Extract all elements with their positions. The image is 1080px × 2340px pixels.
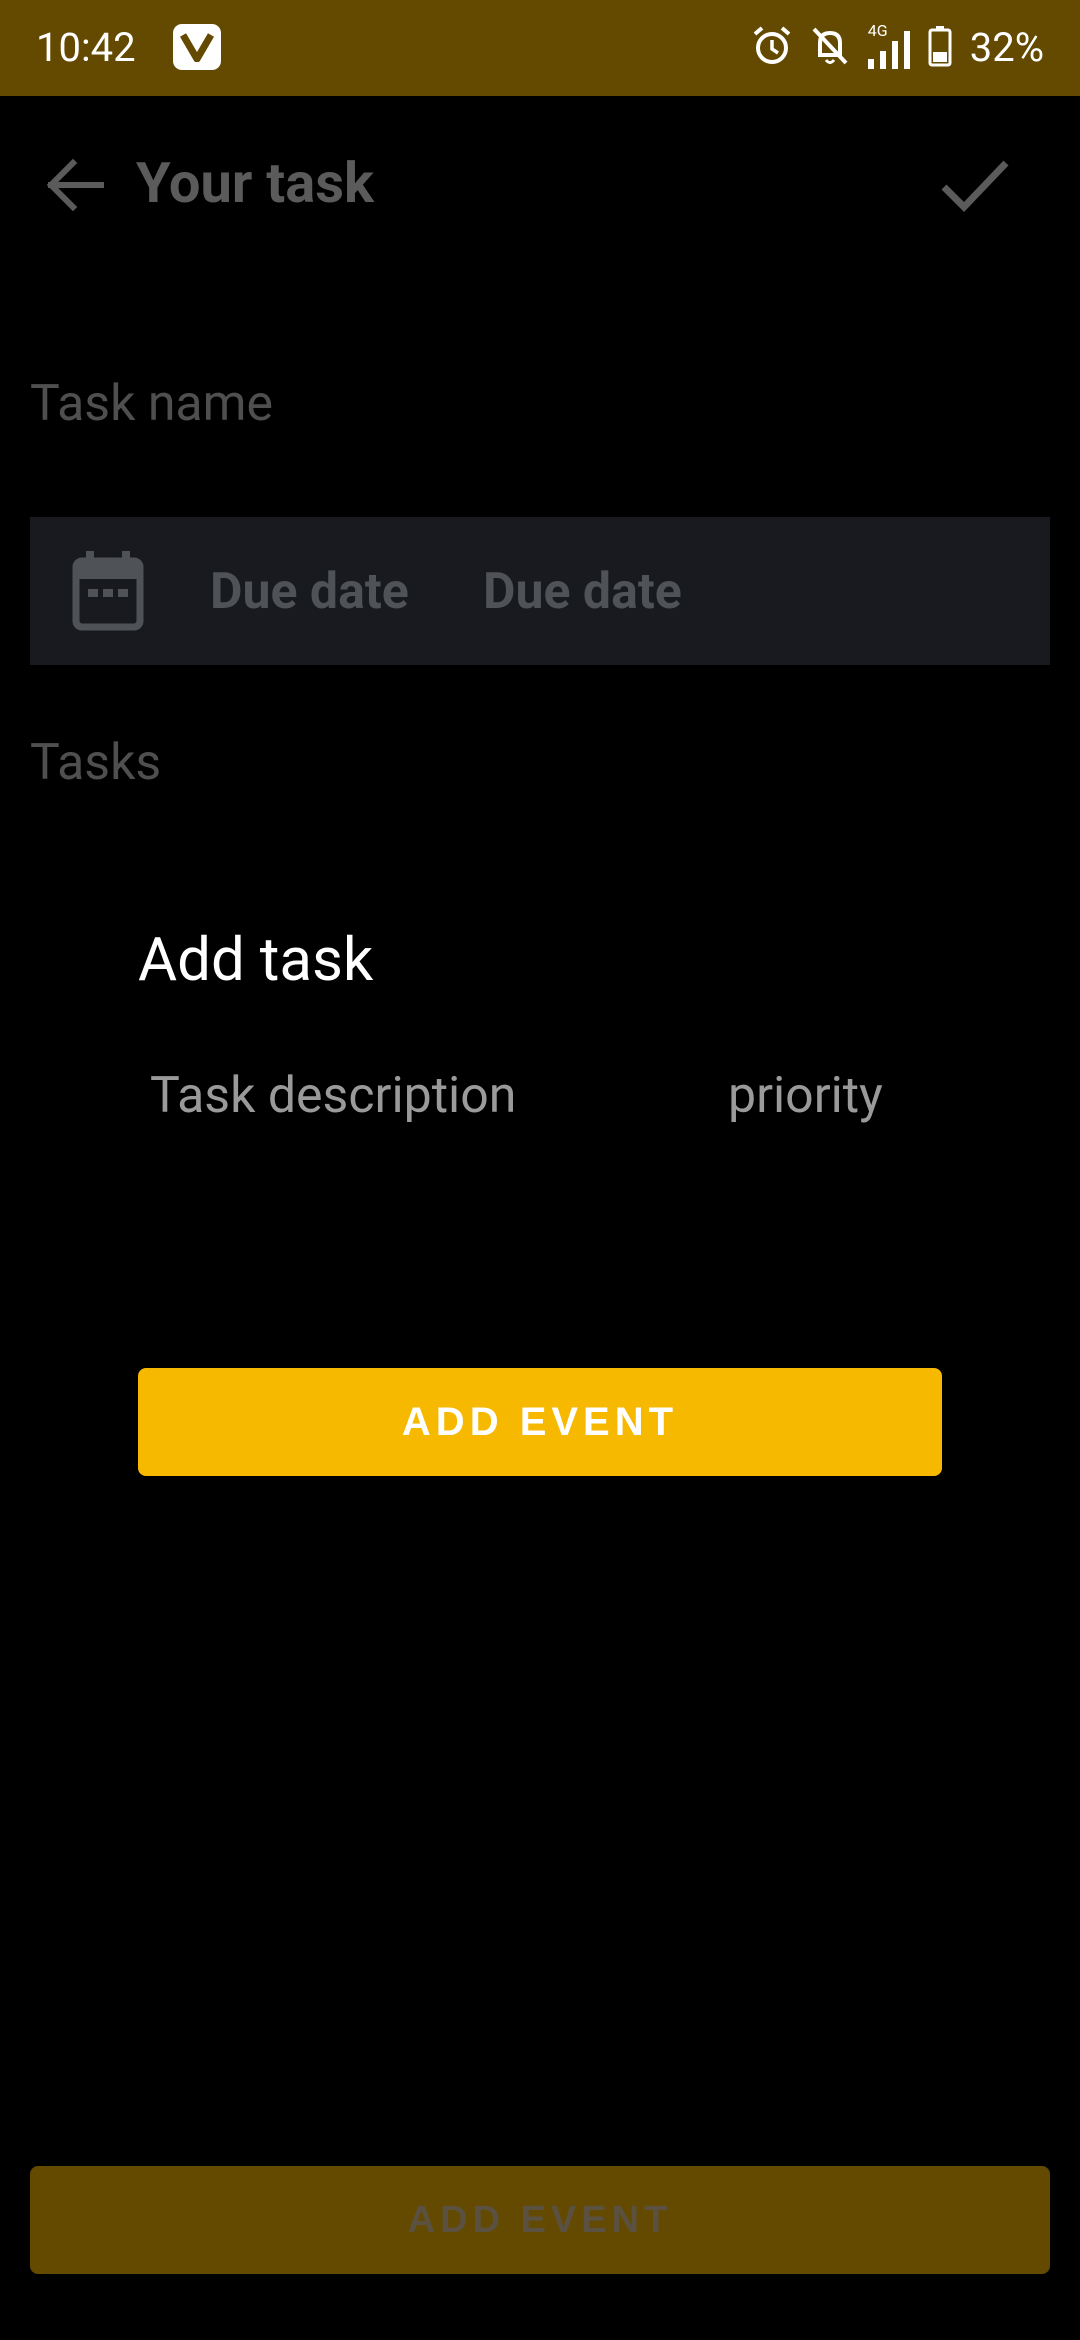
dialog-add-event-button[interactable]: ADD EVENT [138,1368,942,1476]
page-title: Your task [136,150,374,216]
priority-input[interactable] [728,1056,948,1136]
status-time: 10:42 [36,24,136,71]
signal-icon: 4G [867,21,910,69]
status-icons: 4G 32% [752,21,1044,74]
task-description-input[interactable] [150,1056,650,1136]
status-bar: 10:42 4G 32% [0,0,1080,96]
due-date-label: Due date [210,563,409,621]
app-v-icon [173,24,221,70]
add-event-button[interactable]: ADD EVENT [30,2166,1050,2274]
task-name-field[interactable]: Task name [30,374,273,434]
add-task-dialog: Add task ADD EVENT [108,864,972,1524]
due-date-value[interactable]: Due date [483,561,682,623]
check-icon [941,160,1009,213]
screen: 10:42 4G 32% Your task Task name Due dat… [0,0,1080,2340]
toolbar: Your task [0,96,1080,272]
alarm-icon [752,25,792,71]
arrow-back-icon [46,158,104,212]
bell-off-icon [810,25,850,71]
back-button[interactable] [36,146,114,224]
network-label: 4G [867,21,888,40]
due-date-row[interactable]: Due date Due date [30,517,1050,665]
tasks-heading: Tasks [30,734,162,792]
calendar-icon [70,549,146,631]
confirm-button[interactable] [936,146,1014,224]
battery-icon [928,25,952,71]
dialog-title: Add task [138,924,374,995]
battery-percent: 32% [969,24,1044,71]
